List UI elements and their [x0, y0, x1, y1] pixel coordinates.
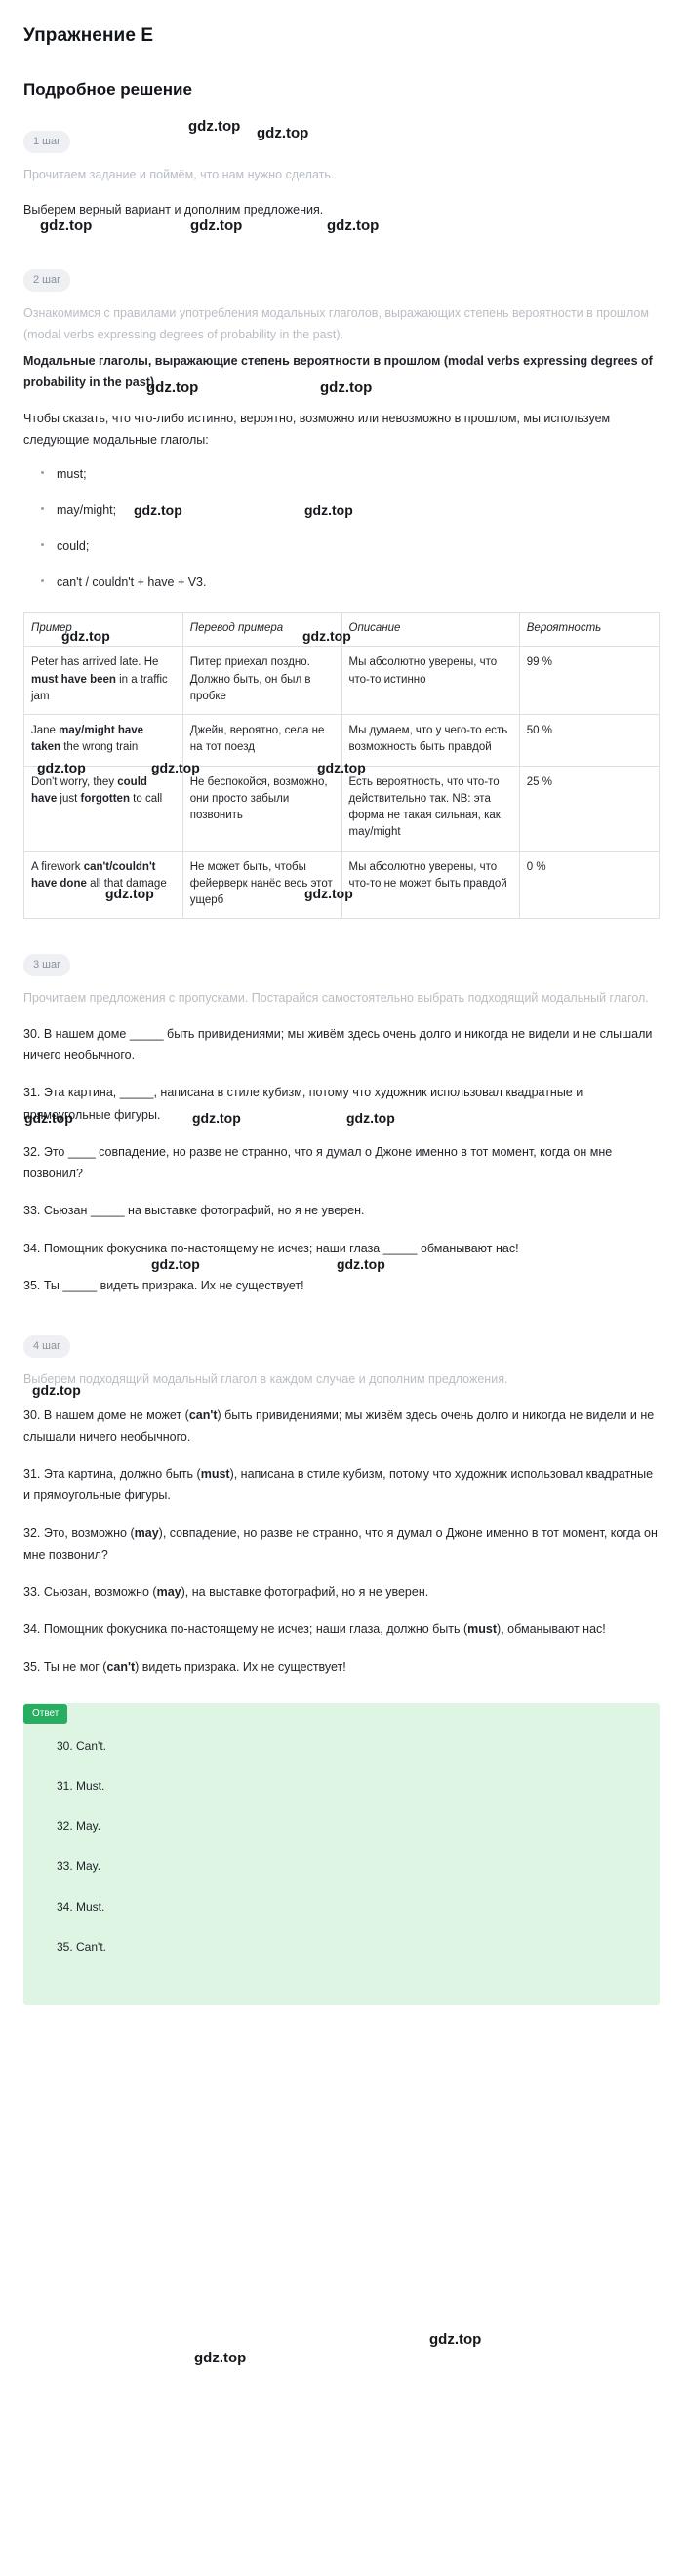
- cell-probability: 0 %: [518, 850, 661, 920]
- cell-probability: 50 %: [518, 714, 661, 767]
- answer-item: 32. May.: [57, 1819, 101, 1834]
- sentence-pre: 33. Сьюзан, возможно (: [23, 1585, 157, 1599]
- sentence-pre: 30. В нашем доме не может (: [23, 1407, 189, 1422]
- step-3-sentence: 33. Сьюзан _____ на выставке фотографий,…: [23, 1204, 365, 1218]
- solution-page: Упражнение E Подробное решение 1 шаг Про…: [0, 0, 683, 2005]
- sentence-pre: 32. Это, возможно (: [23, 1526, 135, 1540]
- sentence-post: ), на выставке фотографий, но я не увере…: [181, 1585, 429, 1599]
- column-header-probability: Вероятность: [518, 611, 661, 648]
- cell-example: A firework can't/couldn't have done all …: [23, 850, 183, 920]
- rule-heading: Модальные глаголы, выражающие степень ве…: [23, 354, 653, 389]
- cell-translation: Питер приехал поздно. Должно быть, он бы…: [181, 646, 342, 715]
- table-row: A firework can't/couldn't have done all …: [23, 850, 661, 920]
- cell-example: Don't worry, they could have just forgot…: [23, 765, 183, 852]
- sentence-modal: can't: [188, 1407, 218, 1422]
- table-row: Jane may/might have taken the wrong trai…: [23, 714, 661, 767]
- sentence-modal: can't: [106, 1659, 136, 1674]
- example-pre: Don't worry, they: [31, 775, 118, 788]
- step-3-sentence: 34. Помощник фокусника по-настоящему не …: [23, 1241, 519, 1255]
- step-2: 2 шаг Ознакомимся с правилами употреблен…: [23, 259, 661, 920]
- cell-probability: 25 %: [518, 765, 661, 852]
- sentence-pre: 34. Помощник фокусника по-настоящему не …: [23, 1622, 468, 1637]
- step-4-sentence: 30. В нашем доме не может (can't) быть п…: [23, 1405, 660, 1448]
- table-row: Peter has arrived late. He must have bee…: [23, 646, 661, 715]
- example-post: the wrong train: [60, 741, 139, 754]
- answer-item: 33. May.: [57, 1859, 101, 1874]
- step-3-sentence: 35. Ты _____ видеть призрака. Их не суще…: [23, 1278, 304, 1292]
- column-header-example: Пример: [23, 611, 183, 648]
- table-header-row: Пример Перевод примера Описание Вероятно…: [23, 611, 661, 648]
- step-3: 3 шаг Прочитаем предложения с пропусками…: [23, 944, 660, 1296]
- column-header-description: Описание: [341, 611, 520, 648]
- answer-item: 31. Must.: [57, 1778, 105, 1793]
- step-badge-2: 2 шаг: [23, 269, 71, 292]
- step-3-sentence: 31. Эта картина, _____, написана в стиле…: [23, 1086, 583, 1122]
- modal-verbs-list: must; may/might; could; can't / couldn't…: [23, 464, 660, 592]
- example-bold: must have been: [31, 673, 116, 686]
- cell-example: Peter has arrived late. He must have bee…: [23, 646, 183, 715]
- step-3-sentence: 32. Это ____ совпадение, но разве не стр…: [23, 1144, 613, 1180]
- sentence-pre: 35. Ты не мог (: [23, 1659, 107, 1674]
- step-2-muted-text: Ознакомимся с правилами употребления мод…: [23, 306, 649, 341]
- list-item: must;: [41, 464, 660, 484]
- sentence-modal: may: [156, 1585, 181, 1599]
- cell-description: Мы думаем, что у чего-то есть возможност…: [341, 714, 520, 767]
- step-3-sentence: 30. В нашем доме _____ быть привидениями…: [23, 1026, 653, 1062]
- cell-probability: 99 %: [518, 646, 661, 715]
- step-1: 1 шаг Прочитаем задание и поймём, что на…: [23, 121, 660, 220]
- cell-translation: Джейн, вероятно, села не на тот поезд: [181, 714, 342, 767]
- cell-example: Jane may/might have taken the wrong trai…: [23, 714, 183, 767]
- list-item: could;: [41, 536, 660, 556]
- step-1-main-text: Выберем верный вариант и дополним предло…: [23, 202, 324, 217]
- table-row: Don't worry, they could have just forgot…: [23, 765, 661, 852]
- step-4-muted-text: Выберем подходящий модальный глагол в ка…: [23, 1372, 508, 1386]
- example-post: all that damage: [86, 877, 167, 890]
- step-badge-4: 4 шаг: [23, 1335, 71, 1358]
- sentence-modal: must: [200, 1467, 230, 1481]
- cell-translation: Не может быть, чтобы фейерверк нанёс вес…: [181, 850, 342, 920]
- example-pre: Jane: [31, 725, 60, 736]
- list-item: can't / couldn't + have + V3.: [41, 573, 660, 592]
- example-bold-2: forgotten: [80, 792, 130, 805]
- example-post: to call: [129, 792, 163, 805]
- cell-description: Мы абсолютно уверены, что что-то истинно: [341, 646, 520, 715]
- page-title: Упражнение E: [23, 25, 154, 46]
- sentence-modal: must: [467, 1622, 498, 1637]
- sentence-pre: 31. Эта картина, должно быть (: [23, 1467, 201, 1481]
- step-1-muted-text: Прочитаем задание и поймём, что нам нужн…: [23, 168, 335, 181]
- example-mid: just: [57, 792, 81, 805]
- answer-item: 30. Can't.: [57, 1738, 106, 1753]
- step-4-sentence: 34. Помощник фокусника по-настоящему не …: [23, 1618, 660, 1640]
- cell-description: Мы абсолютно уверены, что что-то не може…: [341, 850, 520, 920]
- column-header-translation: Перевод примера: [181, 611, 342, 648]
- solution-heading: Подробное решение: [23, 80, 192, 99]
- watermark-gdz: gdz.top: [429, 2331, 482, 2348]
- answer-item: 34. Must.: [57, 1899, 105, 1914]
- answer-block: Ответ 30. Can't. 31. Must. 32. May. 33. …: [23, 1702, 660, 2005]
- sentence-post: ), обманывают нас!: [497, 1622, 606, 1637]
- step-3-muted-text: Прочитаем предложения с пропусками. Пост…: [23, 991, 649, 1006]
- step-4-sentence: 32. Это, возможно (may), совпадение, но …: [23, 1523, 660, 1566]
- step-4: 4 шаг Выберем подходящий модальный глаго…: [23, 1326, 660, 1678]
- answer-item: 35. Can't.: [57, 1939, 106, 1954]
- step-4-sentence: 35. Ты не мог (can't) видеть призрака. И…: [23, 1656, 660, 1678]
- example-pre: A firework: [31, 860, 84, 873]
- sentence-post: ) видеть призрака. Их не существует!: [135, 1659, 346, 1674]
- answer-list: 30. Can't. 31. Must. 32. May. 33. May. 3…: [23, 1737, 660, 1957]
- step-4-sentence: 31. Эта картина, должно быть (must), нап…: [23, 1463, 660, 1507]
- watermark-gdz: gdz.top: [194, 2350, 247, 2366]
- list-item: may/might;: [41, 500, 660, 520]
- cell-description: Есть вероятность, что что-то действитель…: [341, 765, 520, 852]
- sentence-modal: may: [134, 1526, 159, 1540]
- example-pre: Peter has arrived late. He: [31, 656, 159, 669]
- step-4-sentence: 33. Сьюзан, возможно (may), на выставке …: [23, 1581, 660, 1603]
- step-badge-1: 1 шаг: [23, 131, 71, 153]
- step-badge-3: 3 шаг: [23, 954, 71, 977]
- cell-translation: Не беспокойся, возможно, они просто забы…: [181, 765, 342, 852]
- answer-badge: Ответ: [23, 1703, 68, 1724]
- probability-reference-table: Пример Перевод примера Описание Вероятно…: [23, 611, 661, 920]
- rule-intro: Чтобы сказать, что что-либо истинно, вер…: [23, 412, 611, 447]
